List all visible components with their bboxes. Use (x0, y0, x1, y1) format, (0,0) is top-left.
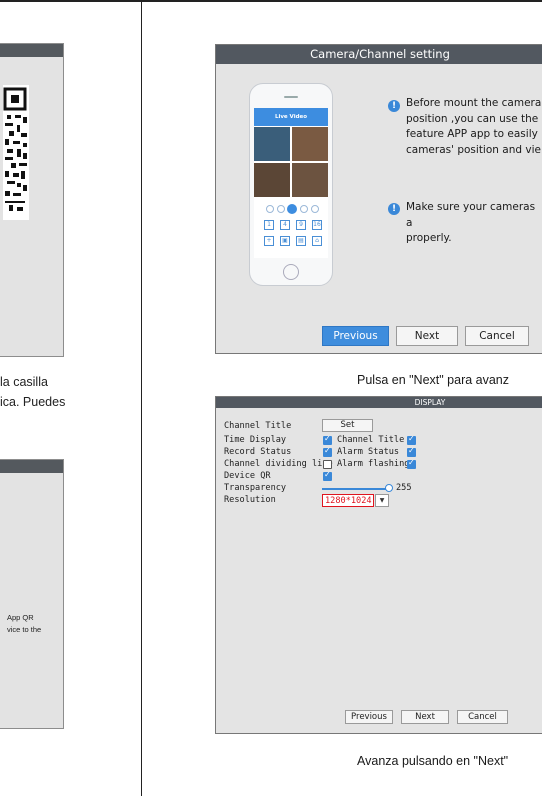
phone-home-button (283, 264, 299, 280)
info-icon-1: ! (388, 100, 400, 112)
display-previous-button[interactable]: Previous (345, 710, 393, 724)
channel-dividing-line-label: Channel dividing line (224, 459, 333, 469)
channel-dividing-line-checkbox[interactable] (323, 460, 332, 469)
time-display-checkbox[interactable] (323, 434, 332, 445)
ptz-control-3 (287, 204, 297, 214)
phone-illustration: Live Video 1 4 9 16 + ▣ ▤ ⌂ (249, 83, 333, 286)
resolution-dropdown-button[interactable]: ▼ (375, 494, 389, 507)
add-icon: + (264, 236, 274, 246)
column-divider (141, 0, 142, 796)
chevron-down-icon: ▼ (379, 497, 385, 504)
info-text-1: Before mount the camera position ,you ca… (406, 97, 542, 156)
camera-feed-3 (254, 163, 290, 197)
device-qr-checkbox[interactable] (323, 470, 332, 481)
record-status-label: Record Status (224, 447, 292, 457)
top-rule (0, 0, 542, 2)
camera-setting-title: Camera/Channel setting (310, 47, 450, 61)
record-icon: ▣ (280, 236, 290, 246)
alarm-flashing-label: Alarm flashing (337, 459, 410, 469)
camera-feed-1 (254, 127, 290, 161)
info-icon-2: ! (388, 203, 400, 215)
alarm-status-label: Alarm Status (337, 447, 400, 457)
left-panel-text: App QR vice to the (7, 613, 42, 634)
channel-title-label: Channel Title (224, 421, 292, 431)
phone-screen: Live Video 1 4 9 16 + ▣ ▤ ⌂ (254, 108, 328, 258)
display-caption: Avanza pulsando en "Next" (357, 754, 509, 768)
phone-header: Live Video (254, 108, 328, 126)
transparency-label: Transparency (224, 483, 287, 493)
channel-title-check-label: Channel Title (337, 435, 405, 445)
layout-1-icon: 1 (264, 220, 274, 230)
ptz-control-2 (277, 205, 285, 213)
alarm-status-checkbox[interactable] (407, 446, 416, 457)
ptz-control-5 (311, 205, 319, 213)
layout-4-icon: 4 (280, 220, 290, 230)
camera-feed-4 (292, 163, 328, 197)
transparency-slider-handle[interactable] (385, 484, 393, 492)
left-caption-1: la casilla ica. Puedes (0, 375, 66, 409)
camera-feed-2 (292, 127, 328, 161)
display-cancel-button[interactable]: Cancel (457, 710, 508, 724)
display-titlebar: DISPLAY (216, 397, 542, 408)
record-status-checkbox[interactable] (323, 446, 332, 457)
resolution-value: 1280*1024 (325, 496, 372, 506)
display-title: DISPLAY (414, 398, 446, 407)
left-screenshot-1 (0, 43, 64, 357)
display-screenshot: DISPLAY Channel Title Set Time Display C… (215, 396, 542, 734)
channel-title-set-button[interactable]: Set (322, 419, 373, 432)
info-text-2: Make sure your cameras a properly. (406, 201, 536, 244)
qr-code-icon (3, 85, 29, 220)
left-titlebar-2 (0, 460, 63, 473)
cancel-button[interactable]: Cancel (465, 326, 529, 346)
time-display-label: Time Display (224, 435, 287, 445)
layout-9-icon: 9 (296, 220, 306, 230)
resolution-label: Resolution (224, 495, 276, 505)
previous-button[interactable]: Previous (322, 326, 389, 346)
camera-setting-caption: Pulsa en "Next" para avanz (357, 373, 510, 387)
left-screenshot-2: App QR vice to the (0, 459, 64, 729)
settings-icon: ⌂ (312, 236, 322, 246)
camera-setting-titlebar: Camera/Channel setting (216, 45, 542, 64)
camera-setting-screenshot: Camera/Channel setting Live Video 1 4 9 … (215, 44, 542, 354)
alarm-flashing-checkbox[interactable] (407, 458, 416, 469)
transparency-slider-track[interactable] (322, 488, 388, 490)
next-button[interactable]: Next (396, 326, 458, 346)
resolution-select[interactable]: 1280*1024 (322, 494, 374, 507)
display-next-button[interactable]: Next (401, 710, 449, 724)
channel-title-checkbox[interactable] (407, 434, 416, 445)
transparency-value: 255 (396, 483, 412, 493)
layout-16-icon: 16 (312, 220, 322, 230)
ptz-control-1 (266, 205, 274, 213)
left-titlebar-1 (0, 44, 63, 57)
playback-icon: ▤ (296, 236, 306, 246)
phone-speaker (284, 96, 298, 98)
device-qr-label: Device QR (224, 471, 271, 481)
ptz-control-4 (300, 205, 308, 213)
